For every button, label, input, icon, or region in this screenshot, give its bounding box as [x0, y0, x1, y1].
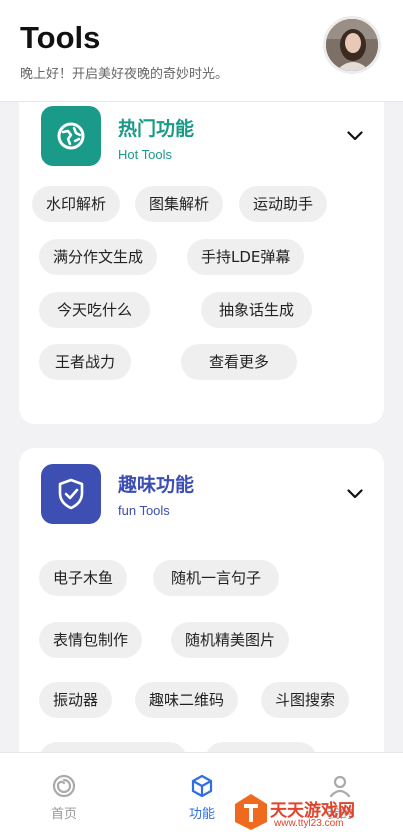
chip-random-quote[interactable]: 随机一言句子 [153, 560, 280, 596]
chip-essay-generator[interactable]: 满分作文生成 [39, 239, 158, 275]
chip-view-more[interactable]: 查看更多 [181, 344, 298, 380]
site-watermark: 天天游戏网 www.ttyl23.com [228, 788, 403, 838]
tab-label: 功能 [188, 807, 215, 822]
section-subtitle: Hot Tools [118, 147, 172, 162]
fun-tools-card: 趣味功能 fun Tools 电子木鱼 随机一言句子 表情包制作 随机精美图片 … [19, 448, 384, 752]
avatar[interactable] [323, 16, 381, 74]
chip-gallery-parse[interactable]: 图集解析 [135, 186, 224, 222]
section-subtitle: fun Tools [118, 503, 170, 518]
avatar-photo-icon [326, 19, 378, 71]
chip-meme-search[interactable]: 斗图搜索 [261, 682, 350, 718]
tab-features[interactable]: 功能 [172, 773, 232, 822]
chip-meme-maker[interactable]: 表情包制作 [39, 622, 143, 658]
chip-honor-power[interactable]: 王者战力 [39, 344, 132, 380]
shield-check-icon [41, 464, 101, 524]
tab-home[interactable]: 首页 [34, 773, 94, 822]
section-title: 热门功能 [118, 118, 195, 140]
page-title: Tools [20, 20, 101, 55]
cube-icon [191, 774, 213, 798]
hot-tools-card: 热门功能 Hot Tools 水印解析 图集解析 运动助手 满分作文生成 手持L… [19, 102, 384, 424]
content-scroll[interactable]: 热门功能 Hot Tools 水印解析 图集解析 运动助手 满分作文生成 手持L… [0, 102, 403, 752]
globe-icon [41, 106, 101, 166]
watermark-logo-icon [235, 794, 267, 830]
chip-watermark-parse[interactable]: 水印解析 [32, 186, 121, 222]
chip-random-image[interactable]: 随机精美图片 [171, 622, 290, 658]
chevron-down-icon[interactable] [345, 126, 365, 146]
greeting-text: 晚上好！开启美好夜晚的奇妙时光。 [20, 67, 229, 82]
chip-fun-qrcode[interactable]: 趣味二维码 [135, 682, 239, 718]
watermark-url: www.ttyl23.com [274, 818, 344, 829]
chevron-down-icon[interactable] [345, 484, 365, 504]
chip-sport-helper[interactable]: 运动助手 [239, 186, 328, 222]
chip-vibrator[interactable]: 振动器 [39, 682, 113, 718]
home-swirl-icon [52, 774, 76, 798]
chip-abstract-talk[interactable]: 抽象话生成 [201, 292, 313, 328]
section-title: 趣味功能 [118, 474, 195, 496]
app-header: Tools 晚上好！开启美好夜晚的奇妙时光。 [0, 0, 403, 102]
chip-led-barrage[interactable]: 手持LDE弹幕 [187, 239, 305, 275]
tab-label: 首页 [50, 807, 77, 822]
chip-electronic-fish[interactable]: 电子木鱼 [39, 560, 128, 596]
chip-partial[interactable] [205, 742, 317, 752]
chip-partial[interactable] [39, 742, 187, 752]
chip-what-to-eat[interactable]: 今天吃什么 [39, 292, 151, 328]
